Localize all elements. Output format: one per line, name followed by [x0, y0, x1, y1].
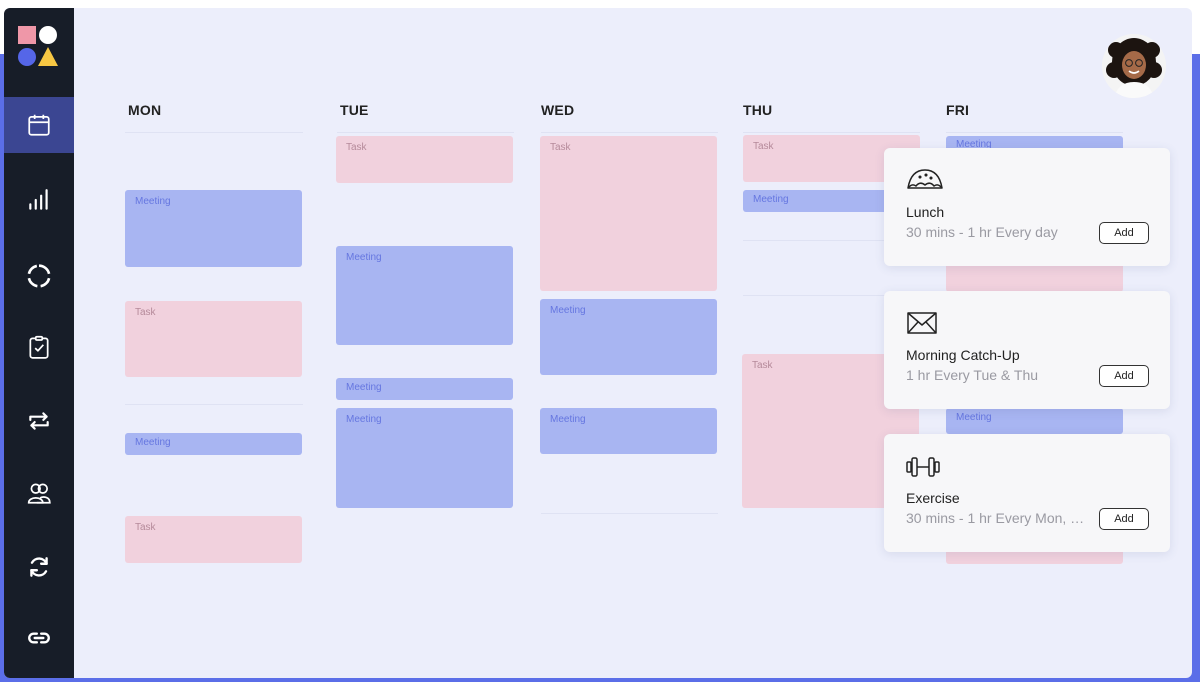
event-meeting[interactable]: Meeting	[336, 408, 513, 508]
sidebar-item-tasks[interactable]	[4, 319, 74, 375]
event-meeting[interactable]: Meeting	[336, 378, 513, 400]
day-header-tue: TUE	[340, 102, 369, 118]
sidebar-item-transfers[interactable]	[4, 393, 74, 449]
day-header-mon: MON	[128, 102, 162, 118]
suggestion-title: Exercise	[906, 490, 960, 506]
suggestion-title: Lunch	[906, 204, 945, 220]
sync-icon	[30, 557, 48, 577]
dumbbell-icon	[906, 457, 940, 477]
event-meeting[interactable]: Meeting	[540, 408, 717, 454]
event-meeting[interactable]: Meeting	[540, 299, 717, 375]
suggestion-card-morning-catch-up: Morning Catch-Up 1 hr Every Tue & Thu Ad…	[884, 291, 1170, 409]
grid-line	[337, 132, 514, 133]
grid-line	[946, 132, 1123, 133]
suggestion-card-lunch: Lunch 30 mins - 1 hr Every day Add	[884, 148, 1170, 266]
suggestion-subtitle: 1 hr Every Tue & Thu	[906, 367, 1039, 383]
sidebar-item-analytics[interactable]	[4, 172, 74, 228]
event-meeting[interactable]: Meeting	[125, 190, 302, 267]
sidebar-item-sync[interactable]	[4, 539, 74, 595]
day-header-fri: FRI	[946, 102, 970, 118]
clipboard-check-icon	[29, 335, 49, 359]
user-avatar[interactable]	[1102, 34, 1166, 98]
grid-line	[743, 132, 920, 133]
add-exercise-button[interactable]: Add	[1099, 508, 1149, 530]
grid-line	[541, 132, 718, 133]
sidebar	[4, 8, 74, 678]
donut-chart-icon	[27, 264, 51, 288]
suggestion-subtitle: 30 mins - 1 hr Every day	[906, 224, 1058, 240]
sidebar-item-integrations[interactable]	[4, 610, 74, 666]
event-task[interactable]: Task	[540, 136, 717, 291]
event-task[interactable]: Task	[336, 136, 513, 183]
swap-arrows-icon	[29, 412, 49, 430]
taco-icon	[907, 169, 943, 189]
envelope-icon	[907, 312, 937, 334]
add-lunch-button[interactable]: Add	[1099, 222, 1149, 244]
app-window: MON TUE WED THU FRI Meeting Task Meeting…	[4, 8, 1192, 678]
day-header-thu: THU	[743, 102, 773, 118]
bar-chart-icon	[29, 189, 48, 210]
suggestion-subtitle: 30 mins - 1 hr Every Mon, Wed & Fri	[906, 510, 1096, 526]
event-meeting[interactable]: Meeting	[336, 246, 513, 345]
event-meeting[interactable]: Meeting	[125, 433, 302, 455]
grid-line	[541, 513, 718, 514]
sidebar-item-team[interactable]	[4, 465, 74, 521]
avatar-image	[1102, 34, 1166, 98]
sidebar-item-calendar[interactable]	[4, 97, 74, 153]
event-task[interactable]: Task	[125, 516, 302, 563]
grid-line	[125, 132, 303, 133]
event-meeting[interactable]: Meeting	[946, 408, 1123, 434]
users-icon	[27, 483, 51, 504]
event-task[interactable]: Task	[125, 301, 302, 377]
day-header-wed: WED	[541, 102, 575, 118]
sidebar-item-reports[interactable]	[4, 248, 74, 304]
link-icon	[28, 632, 50, 644]
app-logo[interactable]	[18, 26, 58, 66]
suggestion-title: Morning Catch-Up	[906, 347, 1020, 363]
add-morning-catch-up-button[interactable]: Add	[1099, 365, 1149, 387]
grid-line	[125, 404, 303, 405]
suggestion-card-exercise: Exercise 30 mins - 1 hr Every Mon, Wed &…	[884, 434, 1170, 552]
calendar-icon	[28, 114, 50, 136]
